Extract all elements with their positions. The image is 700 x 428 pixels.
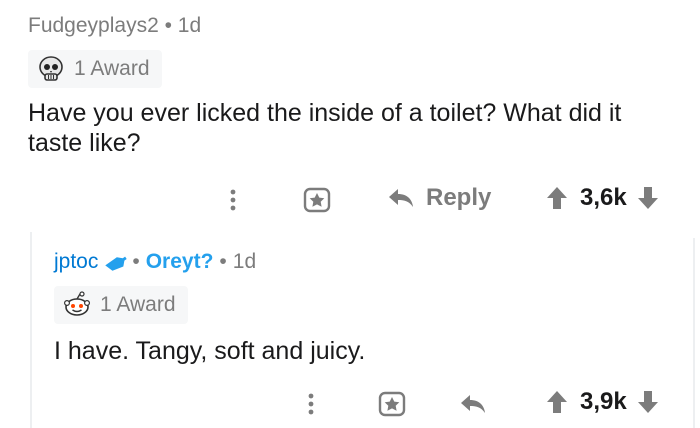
comment1-more-button[interactable] [223,186,243,214]
comment2-vote-group: 3,9k [544,388,661,416]
comment1-body: Have you ever licked the inside of a toi… [28,99,622,157]
upvote-arrow-icon[interactable] [544,184,570,212]
comment1-score: 3,6k [580,184,627,211]
comment2-more-button[interactable] [301,390,321,418]
snoo-award-icon [63,291,91,316]
comment1-username[interactable]: Fudgeyplays2 [28,14,159,37]
comment2-username[interactable]: jptoc [54,250,98,274]
downvote-arrow-icon[interactable] [635,388,661,416]
downvote-arrow-icon[interactable] [635,184,661,212]
meta-separator: • [219,250,227,273]
comment1-reply-label: Reply [426,184,492,211]
comment2-score: 3,9k [580,388,627,415]
comment2-body: I have. Tangy, soft and juicy. [54,337,366,365]
comment2-meta: jptoc • Oreyt? • 1d [54,250,256,274]
reply-arrow-icon [461,395,485,413]
comment2-reply-button[interactable] [458,390,488,418]
more-options-icon [230,189,236,211]
comment1-award-badge[interactable]: 1 Award [28,50,162,88]
meta-separator: • [164,14,172,37]
gift-award-icon [303,187,331,213]
mod-shield-icon [105,256,128,271]
comment1-meta: Fudgeyplays2 • 1d [28,14,201,38]
upvote-arrow-icon[interactable] [544,388,570,416]
more-options-icon [308,393,314,415]
comment2-give-award-button[interactable] [377,390,407,418]
comment1-award-label: 1 Award [74,57,150,80]
comment1-give-award-button[interactable] [302,186,332,214]
reply-arrow-icon [389,189,413,207]
thread-line[interactable] [30,232,32,428]
comment1-reply-button[interactable]: Reply [386,184,491,212]
skull-award-icon [39,56,63,81]
comment2-timestamp[interactable]: 1d [233,250,256,274]
comment2-award-label: 1 Award [100,293,176,316]
comment2-award-badge[interactable]: 1 Award [54,286,188,324]
meta-separator: • [132,250,140,273]
comment1-vote-group: 3,6k [544,184,661,212]
side-divider [693,238,695,428]
gift-award-icon [378,391,406,417]
comment1-timestamp[interactable]: 1d [178,14,201,37]
comment2-user-flair: Oreyt? [145,250,214,273]
